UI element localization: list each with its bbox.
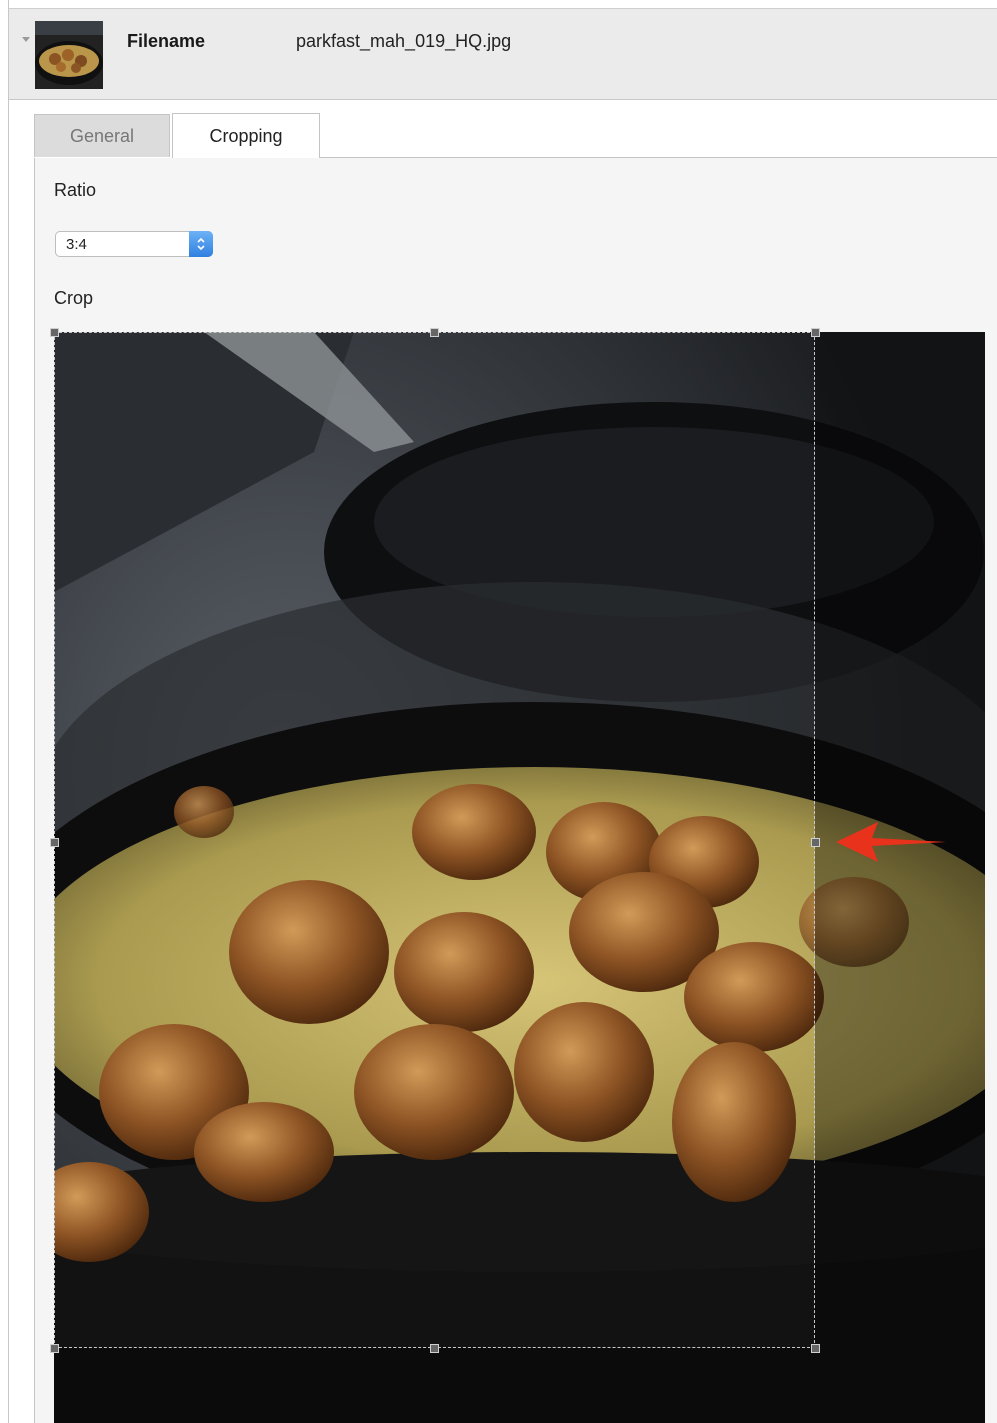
ratio-label: Ratio: [54, 180, 97, 200]
filename-label: Filename: [127, 31, 206, 51]
tab-cropping[interactable]: Cropping: [172, 113, 320, 159]
tab-general[interactable]: General: [34, 114, 170, 157]
crop-handle-top[interactable]: [430, 328, 439, 337]
crop-handle-bottom-right[interactable]: [811, 1344, 820, 1353]
ratio-select-value: 3:4: [66, 236, 87, 253]
filename-value: parkfast_mah_019_HQ.jpg: [296, 31, 512, 51]
crop-handle-top-left[interactable]: [50, 328, 59, 337]
thumbnail-image: [35, 21, 103, 89]
caret-down-icon[interactable]: [22, 37, 30, 42]
red-arrow-left-icon: [836, 822, 946, 862]
crop-handle-top-right[interactable]: [811, 328, 820, 337]
crop-dim-right: [815, 332, 985, 1423]
ratio-select[interactable]: 3:4: [55, 231, 213, 257]
crop-selection-box[interactable]: [54, 332, 815, 1348]
crop-handle-left[interactable]: [50, 838, 59, 847]
crop-label: Crop: [54, 288, 94, 308]
crop-handle-bottom-left[interactable]: [50, 1344, 59, 1353]
crop-handle-bottom[interactable]: [430, 1344, 439, 1353]
crop-dim-bottom: [54, 1348, 815, 1423]
crop-handle-right[interactable]: [811, 838, 820, 847]
panel-left-border: [8, 0, 9, 1423]
file-header: Filename parkfast_mah_019_HQ.jpg: [9, 8, 997, 100]
chevron-up-down-icon[interactable]: [189, 231, 213, 257]
